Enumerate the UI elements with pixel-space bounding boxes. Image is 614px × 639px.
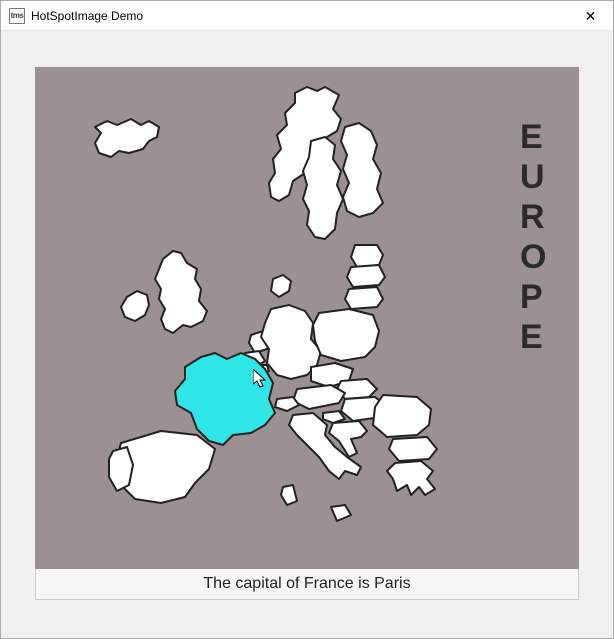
country-bulgaria[interactable] xyxy=(389,437,437,461)
country-latvia[interactable] xyxy=(347,265,385,287)
country-finland[interactable] xyxy=(341,123,383,217)
country-romania[interactable] xyxy=(373,395,431,437)
country-sardinia[interactable] xyxy=(281,485,297,505)
status-bar: The capital of France is Paris xyxy=(35,569,579,600)
app-window: tms HotSpotImage Demo ✕ xyxy=(0,0,614,639)
country-iceland[interactable] xyxy=(95,119,159,157)
country-lithuania[interactable] xyxy=(345,287,383,309)
country-denmark[interactable] xyxy=(271,275,291,297)
map-panel: E U R O P E xyxy=(35,67,579,569)
country-sicily[interactable] xyxy=(331,505,351,521)
europe-vertical-label: E U R O P E xyxy=(520,117,544,357)
close-icon: ✕ xyxy=(585,8,597,25)
country-france[interactable] xyxy=(175,353,275,445)
titlebar[interactable]: tms HotSpotImage Demo ✕ xyxy=(1,1,613,31)
country-estonia[interactable] xyxy=(351,245,383,267)
country-portugal[interactable] xyxy=(109,447,133,491)
status-text: The capital of France is Paris xyxy=(203,575,410,592)
europe-map[interactable] xyxy=(35,67,579,569)
country-ireland[interactable] xyxy=(121,291,149,321)
window-title: HotSpotImage Demo xyxy=(31,9,143,23)
country-greece[interactable] xyxy=(387,461,435,495)
country-uk[interactable] xyxy=(155,251,207,333)
country-switzerland[interactable] xyxy=(275,397,299,411)
client-area: E U R O P E The capital of France is Par… xyxy=(1,31,613,638)
country-poland[interactable] xyxy=(313,309,379,361)
close-button[interactable]: ✕ xyxy=(568,1,613,31)
country-austria[interactable] xyxy=(293,385,345,409)
app-icon: tms xyxy=(9,8,25,24)
country-sweden[interactable] xyxy=(303,137,343,239)
